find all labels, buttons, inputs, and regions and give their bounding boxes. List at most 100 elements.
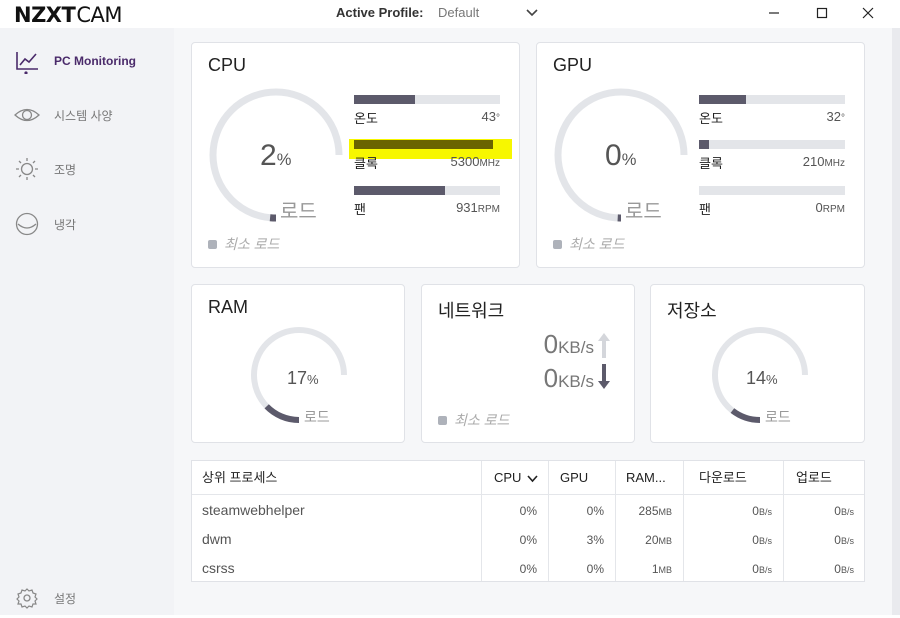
metric-value: 931RPM: [456, 200, 500, 215]
process-name: dwm: [202, 531, 232, 547]
process-gpu: 0%: [587, 562, 604, 576]
storage-title: 저장소: [667, 297, 717, 323]
metric-unit: MHz: [479, 158, 500, 169]
eye-icon: [14, 103, 40, 127]
chart-line-icon: [14, 50, 40, 74]
upload-number: 0: [834, 562, 841, 576]
network-upload-rate: 0KB/s: [544, 329, 594, 360]
logo-product: CAM: [76, 3, 122, 27]
sidebar-item-label: PC Monitoring: [54, 54, 136, 68]
ram-load-value: 17%: [287, 368, 319, 389]
metric-bar-fill: [699, 95, 746, 104]
cpu-load-value: 2%: [260, 139, 291, 173]
upload-unit: B/s: [841, 507, 854, 517]
metric-value: 43°: [482, 109, 500, 124]
process-upload: 0B/s: [834, 562, 854, 576]
ram-number: 285: [638, 504, 658, 518]
close-icon[interactable]: [856, 2, 880, 24]
process-ram: 20MB: [645, 533, 672, 547]
metric-unit: °: [496, 113, 500, 124]
logo-brand: NZXT: [14, 3, 75, 27]
column-header-gpu[interactable]: GPU: [560, 461, 588, 495]
column-divider: [783, 461, 784, 581]
upload-number: 0: [834, 504, 841, 518]
metric-bar-fill: [354, 95, 415, 104]
column-header-ram[interactable]: RAM...: [626, 461, 666, 495]
active-profile-label: Active Profile:: [336, 5, 423, 20]
metric-bar-fill: [699, 140, 709, 149]
process-upload: 0B/s: [834, 533, 854, 547]
download-number: 0: [752, 533, 759, 547]
process-download: 0B/s: [752, 562, 772, 576]
process-gpu: 0%: [587, 504, 604, 518]
metric-name: 팬: [699, 199, 711, 218]
column-header-process[interactable]: 상위 프로세스: [202, 461, 277, 495]
scrollbar[interactable]: [892, 28, 900, 615]
gpu-min-load-legend: 최소 로드: [553, 234, 624, 254]
column-header-download[interactable]: 다운로드: [699, 461, 747, 495]
process-download: 0B/s: [752, 504, 772, 518]
gauge-fill: [267, 406, 299, 420]
arrow-down-icon: [597, 363, 611, 391]
process-name: steamwebhelper: [202, 502, 305, 518]
sidebar-item-label: 냉각: [54, 216, 76, 233]
metric-name: 온도: [699, 108, 723, 127]
metric-bar-fill: [354, 186, 445, 195]
cpu-min-load-text: 최소 로드: [224, 236, 279, 252]
metric-name: 클록: [699, 153, 723, 172]
cpu-title: CPU: [208, 55, 246, 76]
ram-load-unit: %: [307, 372, 319, 387]
gpu-title: GPU: [553, 55, 592, 76]
sidebar-item-label: 조명: [54, 161, 76, 178]
sidebar-item-lighting[interactable]: 조명: [0, 149, 174, 189]
download-number: 0: [752, 562, 759, 576]
download-unit: B/s: [759, 536, 772, 546]
metric-value: 5300MHz: [451, 154, 500, 169]
column-divider: [481, 461, 482, 581]
ram-unit: MB: [659, 536, 673, 546]
column-header-upload[interactable]: 업로드: [796, 461, 832, 495]
minimize-icon[interactable]: [762, 2, 786, 24]
column-header-cpu[interactable]: CPU: [494, 461, 538, 495]
cpu-clock-metric: 클록 5300MHz: [354, 140, 500, 180]
gpu-load-number: 0: [605, 139, 622, 172]
storage-load-number: 14: [746, 368, 766, 388]
column-header-cpu-label: CPU: [494, 470, 521, 485]
sidebar-item-system-spec[interactable]: 시스템 사양: [0, 95, 174, 135]
storage-load-label: 로드: [765, 407, 791, 427]
gpu-min-load-text: 최소 로드: [569, 236, 624, 252]
download-number: 0: [752, 504, 759, 518]
maximize-icon[interactable]: [810, 2, 834, 24]
active-profile-value: Default: [438, 5, 479, 20]
cpu-fan-metric: 팬 931RPM: [354, 186, 500, 226]
network-title: 네트워크: [438, 297, 504, 323]
ram-load-number: 17: [287, 368, 307, 388]
ram-number: 20: [645, 533, 658, 547]
column-divider: [683, 461, 684, 581]
column-divider: [548, 461, 549, 581]
metric-bar: [699, 140, 845, 149]
metric-value: 32°: [827, 109, 845, 124]
cpu-card: CPU 2% 로드 최소 로드 온도 43° 클록 5300MHz 팬 931R…: [191, 42, 520, 268]
metric-value: 0RPM: [816, 200, 845, 215]
ram-number: 1: [652, 562, 659, 576]
gauge-fill: [732, 411, 760, 420]
process-cpu: 0%: [520, 562, 537, 576]
metric-bar: [699, 95, 845, 104]
download-unit: B/s: [759, 507, 772, 517]
storage-card: 저장소 14% 로드: [650, 284, 865, 443]
network-download-rate: 0KB/s: [544, 363, 594, 394]
legend-square: [553, 240, 562, 249]
upload-number: 0: [834, 533, 841, 547]
metric-bar: [354, 140, 500, 149]
process-ram: 285MB: [638, 504, 672, 518]
sidebar-item-cooling[interactable]: 냉각: [0, 204, 174, 244]
sidebar-item-pc-monitoring[interactable]: PC Monitoring: [0, 42, 174, 82]
process-cpu: 0%: [520, 533, 537, 547]
active-profile-selector[interactable]: Active Profile: Default: [336, 5, 423, 20]
process-cpu: 0%: [520, 504, 537, 518]
gpu-clock-metric: 클록 210MHz: [699, 140, 845, 180]
metric-number: 5300: [451, 154, 480, 169]
metric-number: 43: [482, 109, 496, 124]
sidebar-item-settings[interactable]: 설정: [0, 578, 174, 618]
